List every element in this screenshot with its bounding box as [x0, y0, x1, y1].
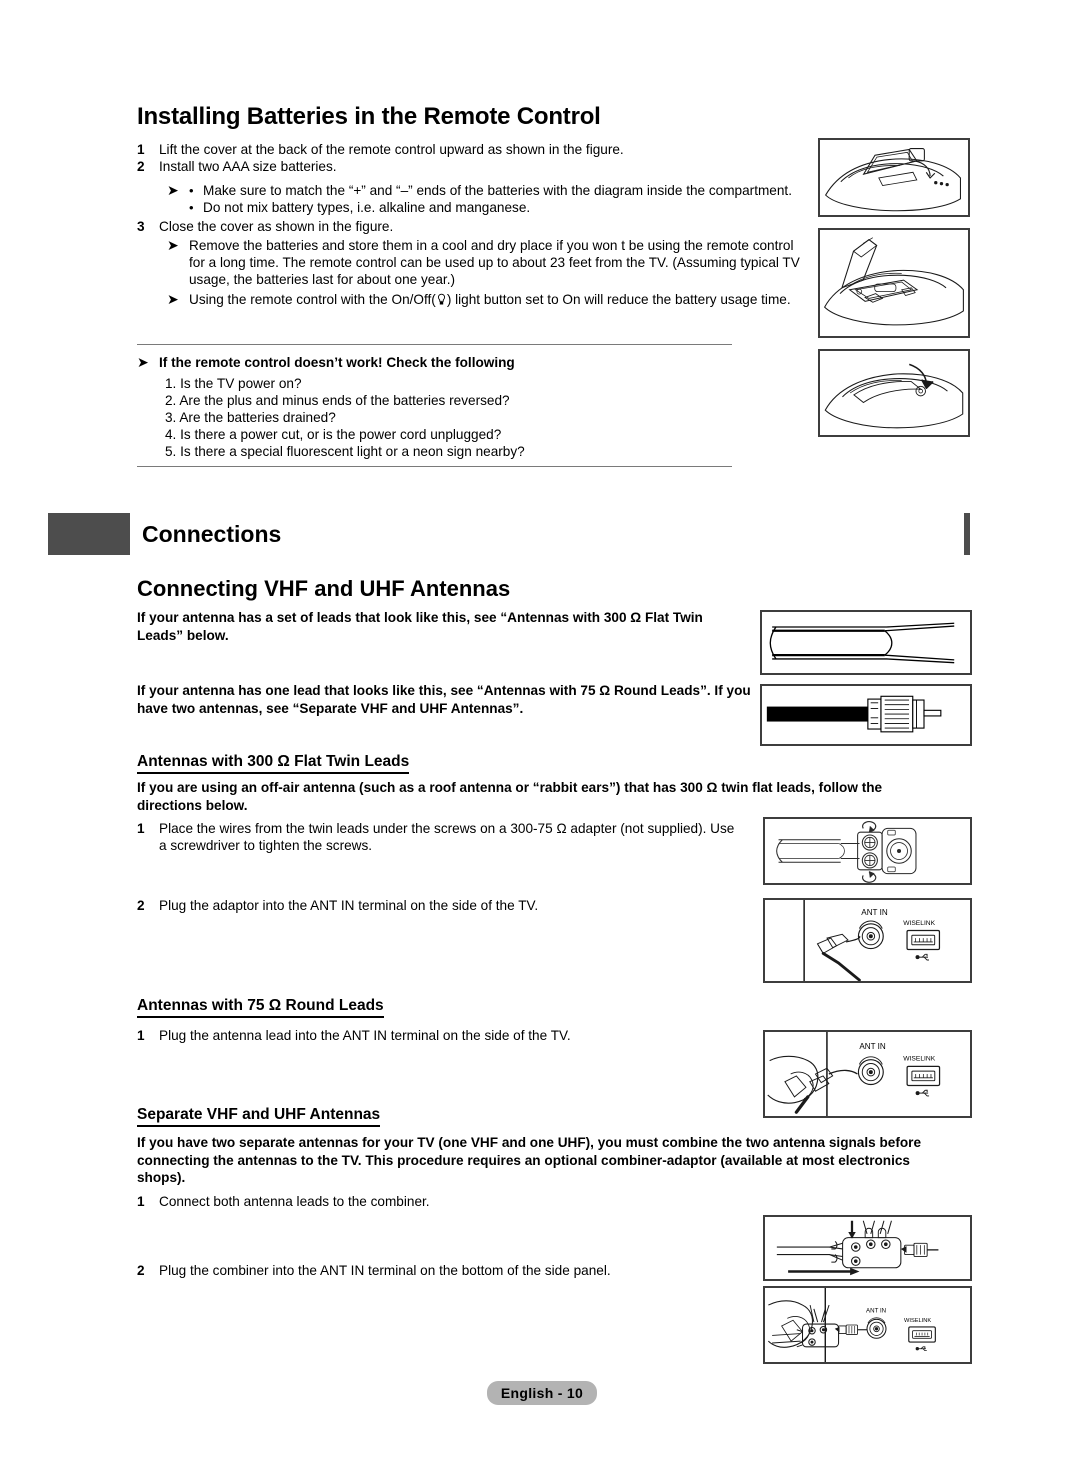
step-number: 1: [137, 1194, 145, 1209]
troubleshoot-heading: If the remote control doesn’t work! Chec…: [159, 355, 515, 370]
step-text: Lift the cover at the back of the remote…: [159, 142, 624, 157]
manual-page: Installing Batteries in the Remote Contr…: [0, 0, 1080, 1482]
antenna-intro-2: If your antenna has one lead that looks …: [137, 683, 751, 716]
flat-twin-heading: Antennas with 300 Ω Flat Twin Leads: [137, 753, 410, 774]
wiselink-label: WISELINK: [903, 1056, 935, 1063]
separate-heading-wrap: Separate VHF and UHF Antennas: [137, 1106, 381, 1127]
note-text-suffix: ) light button set to On will reduce the…: [446, 292, 791, 307]
troubleshoot-heading-row: ➤ If the remote control doesn’t work! Ch…: [137, 354, 777, 372]
flat-twin-intro: If you are using an off-air antenna (suc…: [137, 780, 883, 813]
arrow-bullet-icon: ➤: [167, 182, 179, 198]
arrow-bullet-icon: ➤: [137, 354, 149, 370]
remote-step-1: 1 Lift the cover at the back of the remo…: [137, 141, 802, 158]
remote-note-1: ➤ Remove the batteries and store them in…: [167, 237, 807, 288]
light-bulb-icon: [436, 293, 447, 306]
flat-twin-heading-wrap: Antennas with 300 Ω Flat Twin Leads: [137, 753, 410, 774]
connections-subtitle: Connecting VHF and UHF Antennas: [137, 576, 511, 601]
coaxial-round-lead-figure: [760, 684, 972, 746]
antenna-intro-1: If your antenna has a set of leads that …: [137, 610, 703, 643]
remote-cover-lift-figure: [818, 138, 970, 217]
adapter-screws-figure: [763, 817, 972, 885]
step-text: Close the cover as shown in the figure.: [159, 219, 394, 234]
separate-step-1: 1 Connect both antenna leads to the comb…: [137, 1193, 737, 1210]
ant-in-hand-figure: ANT IN WISELINK: [763, 1030, 972, 1118]
ant-in-label: ANT IN: [866, 1308, 886, 1315]
usb-icon: [915, 1346, 927, 1352]
separate-intro: If you have two separate antennas for yo…: [137, 1135, 922, 1185]
combiner-panel-figure: ANT IN WISELINK: [763, 1286, 972, 1364]
remote-bullet-group: ➤ • Make sure to match the “+” and “–” e…: [167, 182, 857, 216]
note-text: Using the remote control with the On/Off…: [189, 291, 807, 308]
combiner-figure: [763, 1215, 972, 1281]
connections-banner: Connections: [48, 513, 970, 555]
troubleshoot-divider-bottom: [137, 466, 732, 467]
troubleshoot-list: 1. Is the TV power on? 2. Are the plus a…: [165, 375, 805, 460]
remote-note-2: ➤ Using the remote control with the On/O…: [167, 291, 807, 308]
list-item: 4. Is there a power cut, or is the power…: [165, 427, 502, 442]
dot-bullet-icon: •: [189, 183, 194, 198]
flat-twin-lead-figure: [760, 610, 972, 675]
connections-banner-title: Connections: [142, 520, 282, 547]
remote-bullet-2: • Do not mix battery types, i.e. alkalin…: [189, 199, 857, 216]
flat-twin-step-2: 2 Plug the adaptor into the ANT IN termi…: [137, 897, 737, 914]
step-number: 1: [137, 142, 145, 157]
usb-icon: [915, 1089, 930, 1097]
note-text: Remove the batteries and store them in a…: [189, 238, 800, 287]
remote-step-2: 2 Install two AAA size batteries.: [137, 158, 802, 175]
ant-in-label: ANT IN: [861, 908, 888, 917]
round-leads-heading-wrap: Antennas with 75 Ω Round Leads: [137, 997, 384, 1018]
round-leads-step-1: 1 Plug the antenna lead into the ANT IN …: [137, 1027, 757, 1044]
arrow-bullet-icon: ➤: [167, 291, 179, 307]
step-text: Plug the antenna lead into the ANT IN te…: [159, 1028, 571, 1043]
step-number: 2: [137, 159, 145, 174]
page-title: Installing Batteries in the Remote Contr…: [137, 103, 601, 130]
hand-outline: [767, 1055, 819, 1104]
separate-heading: Separate VHF and UHF Antennas: [137, 1106, 381, 1127]
step-number: 3: [137, 219, 145, 234]
wiselink-label: WISELINK: [904, 1318, 931, 1324]
arrow-bullet-icon: ➤: [167, 237, 179, 253]
step-text: Plug the combiner into the ANT IN termin…: [159, 1263, 611, 1278]
step-text: Install two AAA size batteries.: [159, 159, 337, 174]
list-item: 5. Is there a special fluorescent light …: [165, 444, 525, 459]
ant-in-panel-figure: ANT IN WISELINK: [763, 898, 972, 983]
note-text-prefix: Using the remote control with the On/Off…: [189, 292, 436, 307]
remote-step-3: 3 Close the cover as shown in the figure…: [137, 218, 802, 235]
separate-step-2: 2 Plug the combiner into the ANT IN term…: [137, 1262, 777, 1279]
step-number: 1: [137, 821, 145, 836]
remote-cover-close-figure: [818, 349, 970, 437]
usb-icon: [915, 953, 929, 961]
step-number: 2: [137, 1263, 145, 1278]
page-footer-badge: English - 10: [487, 1381, 597, 1405]
step-text: Connect both antenna leads to the combin…: [159, 1194, 430, 1209]
troubleshoot-divider-top: [137, 344, 732, 345]
round-leads-heading: Antennas with 75 Ω Round Leads: [137, 997, 384, 1018]
bullet-text: Do not mix battery types, i.e. alkaline …: [203, 200, 531, 215]
flat-twin-step-1: 1 Place the wires from the twin leads un…: [137, 820, 737, 854]
list-item: 3. Are the batteries drained?: [165, 410, 336, 425]
remote-bullet-1: • Make sure to match the “+” and “–” end…: [189, 182, 857, 199]
step-number: 2: [137, 898, 145, 913]
list-item: 1. Is the TV power on?: [165, 376, 302, 391]
step-text: Plug the adaptor into the ANT IN termina…: [159, 898, 539, 913]
wiselink-label: WISELINK: [903, 920, 935, 927]
list-item: 2. Are the plus and minus ends of the ba…: [165, 393, 510, 408]
dot-bullet-icon: •: [189, 200, 194, 215]
step-number: 1: [137, 1028, 145, 1043]
step-text: Place the wires from the twin leads unde…: [159, 821, 735, 853]
bullet-text: Make sure to match the “+” and “–” ends …: [203, 183, 792, 198]
connections-banner-inner: Connections: [130, 513, 964, 555]
ant-in-label: ANT IN: [859, 1042, 886, 1051]
remote-batteries-figure: [818, 228, 970, 338]
